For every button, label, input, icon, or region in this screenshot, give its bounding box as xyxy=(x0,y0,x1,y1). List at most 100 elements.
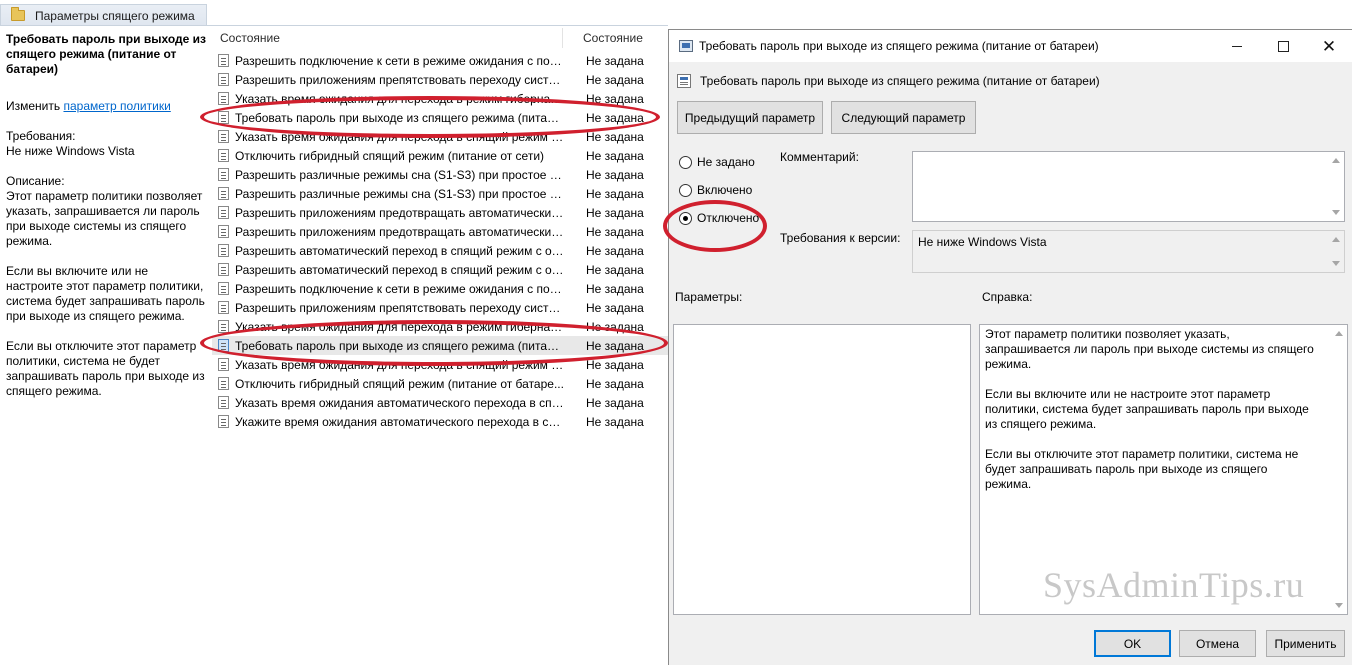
minimize-button[interactable] xyxy=(1214,30,1260,62)
policy-row-state: Не задана xyxy=(586,319,644,334)
policy-row-state: Не задана xyxy=(586,243,644,258)
policy-row[interactable]: Требовать пароль при выходе из спящего р… xyxy=(212,108,668,127)
help-paragraph-2: Если вы включите или не настроите этот п… xyxy=(985,387,1309,431)
scroll-down-icon[interactable] xyxy=(1335,603,1343,608)
annotation-ellipse-disabled xyxy=(663,200,767,252)
policy-row-name: Разрешить подключение к сети в режиме ож… xyxy=(235,53,565,68)
radio-circle-not-configured[interactable] xyxy=(679,155,692,169)
policy-row[interactable]: Разрешить подключение к сети в режиме ож… xyxy=(212,279,668,298)
policy-row[interactable]: Разрешить приложениям предотвращать авто… xyxy=(212,203,668,222)
scroll-up-icon[interactable] xyxy=(1335,331,1343,336)
policy-row-state: Не задана xyxy=(586,91,644,106)
policy-row-name: Укажите время ожидания автоматического п… xyxy=(235,414,565,429)
tab-divider xyxy=(0,25,668,26)
help-label: Справка: xyxy=(982,290,1033,304)
description-paragraph-2: Если вы включите или не настроите этот п… xyxy=(6,264,205,323)
close-button[interactable]: ✕ xyxy=(1306,30,1352,62)
cancel-button[interactable]: Отмена xyxy=(1179,630,1256,657)
help-scrollbar[interactable] xyxy=(1331,325,1347,614)
edit-policy-link[interactable]: параметр политики xyxy=(63,99,170,113)
scroll-up-icon[interactable] xyxy=(1332,158,1340,163)
policy-row[interactable]: Отключить гибридный спящий режим (питани… xyxy=(212,374,668,393)
policy-row[interactable]: Отключить гибридный спящий режим (питани… xyxy=(212,146,668,165)
policy-row[interactable]: Разрешить приложениям препятствовать пер… xyxy=(212,70,668,89)
policy-setting-icon xyxy=(218,92,229,105)
policy-row-state: Не задана xyxy=(586,205,644,220)
policy-row-state: Не задана xyxy=(586,53,644,68)
policy-row[interactable]: Разрешить автоматический переход в спящи… xyxy=(212,260,668,279)
description-paragraph-3: Если вы отключите этот параметр политики… xyxy=(6,339,205,398)
requirements-block: Требования: Не ниже Windows Vista xyxy=(6,129,206,159)
edit-prefix: Изменить xyxy=(6,99,64,113)
comment-textarea[interactable] xyxy=(912,151,1345,222)
policy-editor-pane: Параметры спящего режима Требовать парол… xyxy=(0,0,668,665)
apply-button[interactable]: Применить xyxy=(1266,630,1345,657)
radio-circle-disabled[interactable] xyxy=(679,211,692,225)
radio-not-configured[interactable]: Не задано xyxy=(679,155,755,169)
comment-label: Комментарий: xyxy=(780,150,859,164)
policy-dialog: Требовать пароль при выходе из спящего р… xyxy=(663,29,1352,665)
policy-row-state: Не задана xyxy=(586,167,644,182)
radio-enabled[interactable]: Включено xyxy=(679,183,752,197)
policy-row-name: Указать время ожидания для перехода в сп… xyxy=(235,129,565,144)
maximize-button[interactable] xyxy=(1260,30,1306,62)
policy-row[interactable]: Укажите время ожидания автоматического п… xyxy=(212,412,668,431)
policy-setting-icon xyxy=(218,130,229,143)
comment-scrollbar[interactable] xyxy=(1328,152,1344,221)
policy-row[interactable]: Разрешить подключение к сети в режиме ож… xyxy=(212,51,668,70)
scroll-down-icon[interactable] xyxy=(1332,210,1340,215)
policy-setting-icon xyxy=(218,54,229,67)
policy-row-name: Требовать пароль при выходе из спящего р… xyxy=(235,338,565,353)
policy-row-state: Не задана xyxy=(586,129,644,144)
ok-button[interactable]: OK xyxy=(1094,630,1171,657)
policy-row-state: Не задана xyxy=(586,110,644,125)
policy-row-name: Разрешить приложениям предотвращать авто… xyxy=(235,224,565,239)
radio-label-disabled: Отключено xyxy=(697,211,760,225)
policy-row[interactable]: Требовать пароль при выходе из спящего р… xyxy=(212,336,668,355)
next-setting-button[interactable]: Следующий параметр xyxy=(831,101,976,134)
policy-row-name: Требовать пароль при выходе из спящего р… xyxy=(235,110,565,125)
policy-row[interactable]: Указать время ожидания для перехода в ре… xyxy=(212,89,668,108)
policy-row[interactable]: Указать время ожидания для перехода в сп… xyxy=(212,355,668,374)
folder-tab[interactable]: Параметры спящего режима xyxy=(0,4,207,26)
column-separator[interactable] xyxy=(562,28,563,48)
folder-tab-title: Параметры спящего режима xyxy=(35,8,195,23)
policy-row-state: Не задана xyxy=(586,357,644,372)
requirements-label: Требования: xyxy=(6,129,76,143)
policy-row[interactable]: Разрешить приложениям препятствовать пер… xyxy=(212,298,668,317)
policy-row-name: Указать время ожидания для перехода в ре… xyxy=(235,319,565,334)
parameters-box xyxy=(673,324,971,615)
dialog-titlebar[interactable]: Требовать пароль при выходе из спящего р… xyxy=(669,30,1352,62)
edit-policy-line: Изменить параметр политики xyxy=(6,99,206,114)
scroll-down-icon[interactable] xyxy=(1332,261,1340,266)
requirements-value: Не ниже Windows Vista xyxy=(6,144,135,158)
policy-row-name: Разрешить приложениям предотвращать авто… xyxy=(235,205,565,220)
watermark: SysAdminTips.ru xyxy=(1043,565,1305,605)
column-header-state[interactable]: Состояние xyxy=(583,31,643,45)
policy-row-state: Не задана xyxy=(586,186,644,201)
column-header-name[interactable]: Состояние xyxy=(220,31,280,45)
policy-row[interactable]: Разрешить приложениям предотвращать авто… xyxy=(212,222,668,241)
policy-setting-icon xyxy=(218,358,229,371)
policy-title: Требовать пароль при выходе из спящего р… xyxy=(6,32,206,76)
policy-row[interactable]: Указать время ожидания для перехода в сп… xyxy=(212,127,668,146)
radio-disabled[interactable]: Отключено xyxy=(679,211,759,225)
policy-row[interactable]: Разрешить различные режимы сна (S1-S3) п… xyxy=(212,165,668,184)
previous-setting-button[interactable]: Предыдущий параметр xyxy=(677,101,823,134)
policy-setting-icon xyxy=(218,244,229,257)
policy-row-name: Разрешить приложениям препятствовать пер… xyxy=(235,72,565,87)
version-scrollbar[interactable] xyxy=(1328,231,1344,272)
help-paragraph-1: Этот параметр политики позволяет указать… xyxy=(985,327,1314,371)
policy-row-state: Не задана xyxy=(586,395,644,410)
scroll-up-icon[interactable] xyxy=(1332,237,1340,242)
description-label: Описание: xyxy=(6,174,65,188)
description-paragraph-1: Этот параметр политики позволяет указать… xyxy=(6,189,203,248)
radio-circle-enabled[interactable] xyxy=(679,183,692,197)
policy-row[interactable]: Указать время ожидания автоматического п… xyxy=(212,393,668,412)
dialog-header: Требовать пароль при выходе из спящего р… xyxy=(677,74,1100,88)
policy-setting-icon xyxy=(218,263,229,276)
policy-row[interactable]: Разрешить автоматический переход в спящи… xyxy=(212,241,668,260)
policy-row[interactable]: Указать время ожидания для перехода в ре… xyxy=(212,317,668,336)
policy-row[interactable]: Разрешить различные режимы сна (S1-S3) п… xyxy=(212,184,668,203)
policy-row-name: Указать время ожидания для перехода в сп… xyxy=(235,357,565,372)
